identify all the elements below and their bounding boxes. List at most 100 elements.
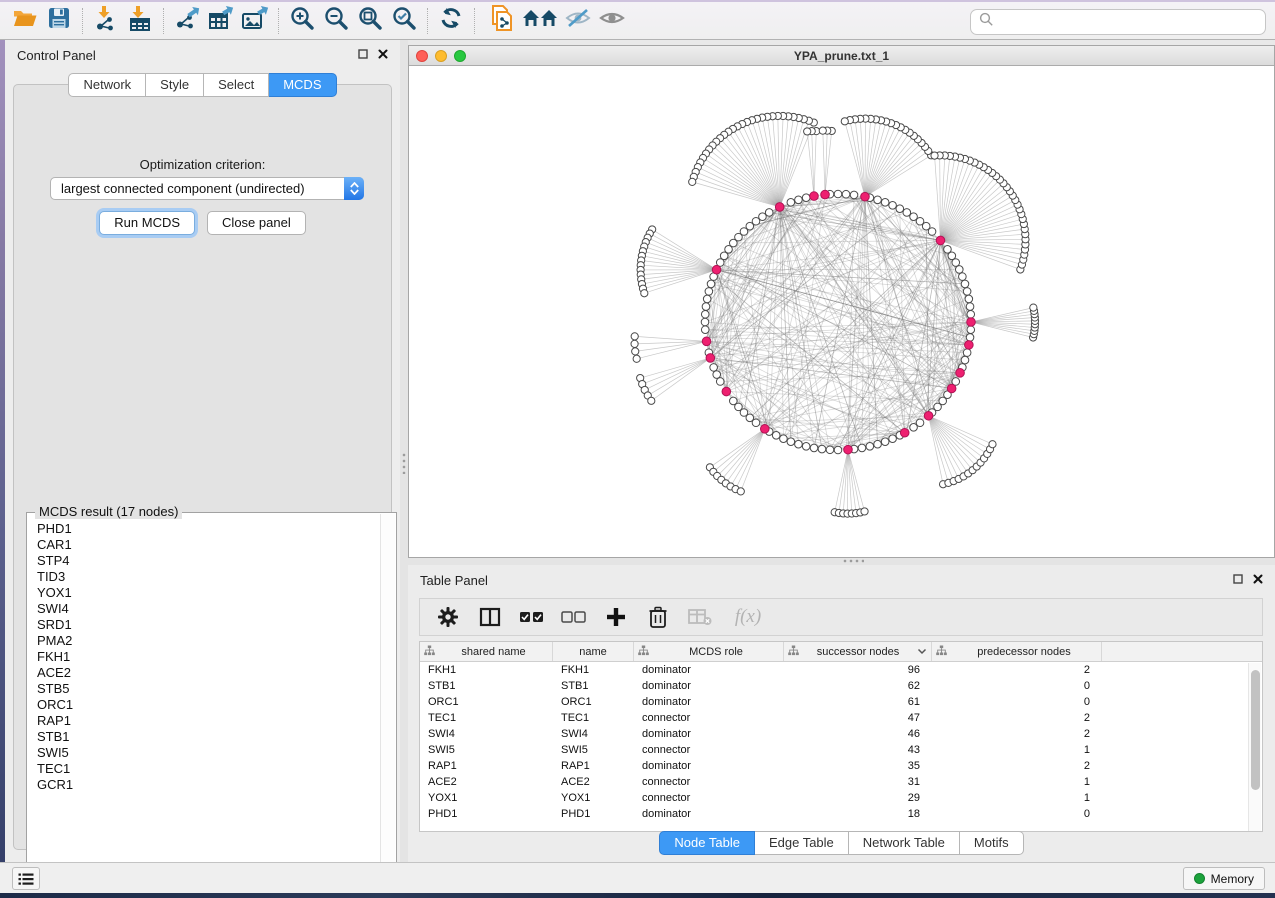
network-canvas[interactable]	[409, 66, 1274, 557]
open-session-button[interactable]	[8, 5, 42, 37]
ring-node[interactable]	[896, 205, 904, 213]
mcds-hub-node[interactable]	[706, 354, 715, 363]
table-row[interactable]: ORC1ORC1dominator610	[420, 694, 1262, 710]
column-header-name[interactable]: name	[553, 642, 634, 661]
leaf-node[interactable]	[648, 397, 655, 404]
ring-node[interactable]	[955, 266, 963, 274]
mcds-result-item[interactable]: RAP1	[37, 713, 380, 729]
ring-node[interactable]	[707, 280, 715, 288]
ring-node[interactable]	[967, 310, 975, 318]
run-mcds-button[interactable]: Run MCDS	[99, 211, 195, 235]
ring-node[interactable]	[818, 445, 826, 453]
mcds-result-item[interactable]: ORC1	[37, 697, 380, 713]
ring-node[interactable]	[701, 318, 709, 326]
ring-node[interactable]	[802, 194, 810, 202]
tab-select[interactable]: Select	[204, 73, 269, 97]
table-settings-gear-icon[interactable]	[434, 603, 462, 631]
table-row[interactable]: STB1STB1dominator620	[420, 678, 1262, 694]
table-row[interactable]: TEC1TEC1connector472	[420, 710, 1262, 726]
scrollbar-thumb[interactable]	[1251, 670, 1260, 790]
clone-network-button[interactable]	[481, 5, 519, 37]
ring-node[interactable]	[772, 432, 780, 440]
ring-node[interactable]	[874, 196, 882, 204]
memory-button[interactable]: Memory	[1183, 867, 1265, 890]
mcds-result-item[interactable]: YOX1	[37, 585, 380, 601]
ring-node[interactable]	[716, 378, 724, 386]
ring-node[interactable]	[752, 419, 760, 427]
ring-node[interactable]	[713, 371, 721, 379]
ring-node[interactable]	[961, 356, 969, 364]
ring-node[interactable]	[787, 438, 795, 446]
mcds-result-item[interactable]: SWI5	[37, 745, 380, 761]
ring-node[interactable]	[944, 245, 952, 253]
zoom-out-button[interactable]	[319, 5, 353, 37]
leaf-node[interactable]	[631, 340, 638, 347]
network-window-titlebar[interactable]: YPA_prune.txt_1	[409, 46, 1274, 66]
leaf-node[interactable]	[641, 290, 648, 297]
ring-node[interactable]	[889, 435, 897, 443]
ring-node[interactable]	[966, 334, 974, 342]
export-network-button[interactable]	[170, 5, 204, 37]
column-header-predecessor-nodes[interactable]: predecessor nodes	[932, 642, 1102, 661]
ring-node[interactable]	[967, 326, 975, 334]
mcds-result-item[interactable]: FKH1	[37, 649, 380, 665]
leaf-node[interactable]	[931, 152, 938, 159]
leaf-node[interactable]	[633, 355, 640, 362]
ring-node[interactable]	[834, 190, 842, 198]
mcds-hub-node[interactable]	[821, 190, 830, 199]
table-row[interactable]: FKH1FKH1dominator962	[420, 662, 1262, 678]
mcds-hub-node[interactable]	[810, 192, 819, 201]
show-columns-icon[interactable]	[476, 603, 504, 631]
delete-column-trash-icon[interactable]	[644, 603, 672, 631]
mcds-hub-node[interactable]	[844, 445, 853, 454]
tab-node-table[interactable]: Node Table	[659, 831, 755, 855]
vertical-splitter[interactable]	[400, 40, 408, 862]
zoom-in-button[interactable]	[285, 5, 319, 37]
mcds-hub-node[interactable]	[861, 192, 870, 201]
zoom-selected-button[interactable]	[387, 5, 421, 37]
float-panel-icon[interactable]	[1233, 571, 1243, 589]
mcds-result-item[interactable]: TEC1	[37, 761, 380, 777]
ring-node[interactable]	[710, 364, 718, 372]
ring-node[interactable]	[874, 440, 882, 448]
show-all-button[interactable]	[595, 5, 629, 37]
tab-network[interactable]: Network	[68, 73, 146, 97]
mcds-result-item[interactable]: PMA2	[37, 633, 380, 649]
export-table-button[interactable]	[204, 5, 238, 37]
ring-node[interactable]	[795, 196, 803, 204]
leaf-node[interactable]	[861, 508, 868, 515]
float-panel-icon[interactable]	[358, 46, 368, 64]
search-input[interactable]	[1000, 15, 1265, 30]
mcds-result-item[interactable]: SRD1	[37, 617, 380, 633]
leaf-node[interactable]	[689, 178, 696, 185]
search-box[interactable]	[970, 9, 1266, 35]
table-row[interactable]: YOX1YOX1connector291	[420, 790, 1262, 806]
import-table-button[interactable]	[123, 5, 157, 37]
export-image-button[interactable]	[238, 5, 272, 37]
close-panel-icon[interactable]	[378, 46, 388, 64]
mcds-hub-node[interactable]	[702, 337, 711, 346]
mcds-hub-node[interactable]	[967, 318, 976, 327]
horizontal-splitter[interactable]	[408, 558, 1275, 565]
ring-node[interactable]	[858, 444, 866, 452]
tab-mcds[interactable]: MCDS	[269, 73, 336, 97]
leaf-node[interactable]	[631, 333, 638, 340]
zoom-fit-button[interactable]	[353, 5, 387, 37]
leaf-node[interactable]	[819, 127, 826, 134]
mcds-result-item[interactable]: PHD1	[37, 521, 380, 537]
ring-node[interactable]	[795, 440, 803, 448]
deselect-all-icon[interactable]	[560, 603, 588, 631]
ring-node[interactable]	[916, 419, 924, 427]
leaf-node[interactable]	[804, 128, 811, 135]
mcds-hub-node[interactable]	[775, 203, 784, 212]
close-panel-button[interactable]: Close panel	[207, 211, 306, 235]
leaf-node[interactable]	[737, 488, 744, 495]
ring-node[interactable]	[965, 295, 973, 303]
ring-node[interactable]	[705, 288, 713, 296]
select-all-icon[interactable]	[518, 603, 546, 631]
ring-node[interactable]	[961, 280, 969, 288]
column-header-MCDS-role[interactable]: MCDS role	[634, 642, 784, 661]
column-header-shared-name[interactable]: shared name	[420, 642, 553, 661]
hide-selected-button[interactable]	[561, 5, 595, 37]
table-row[interactable]: RAP1RAP1dominator352	[420, 758, 1262, 774]
